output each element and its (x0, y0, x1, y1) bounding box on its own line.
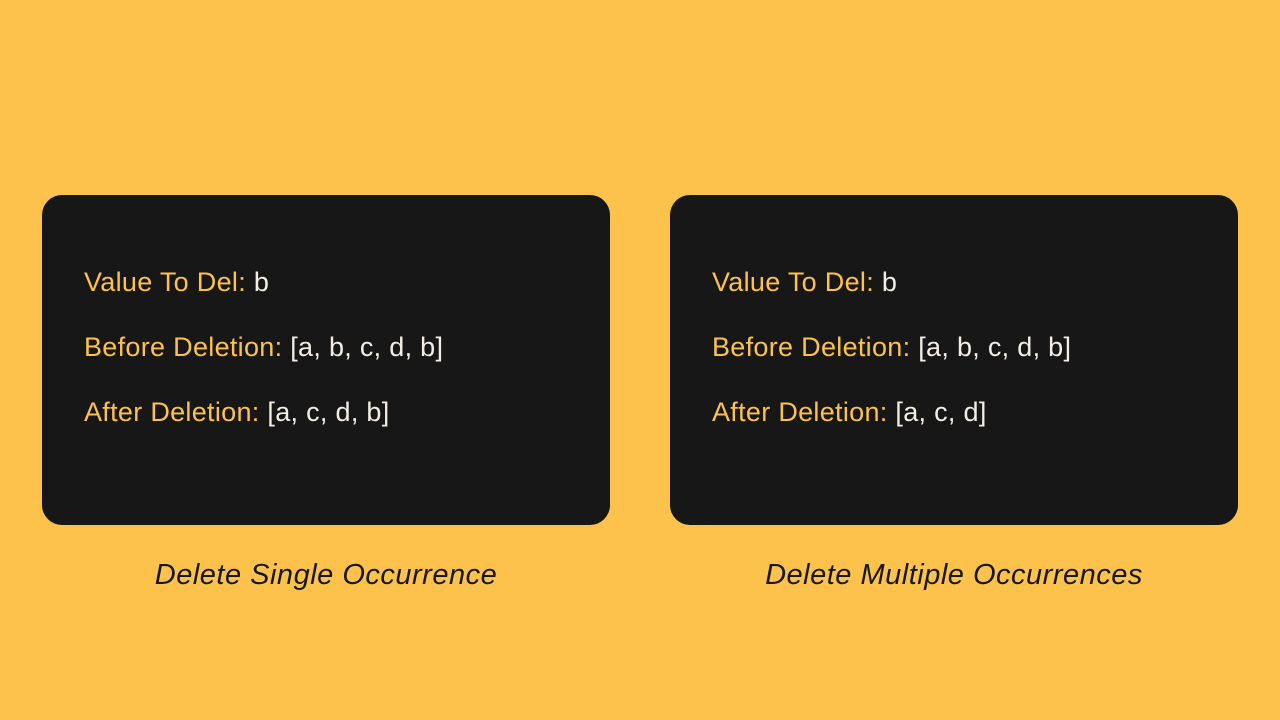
diagram-container: Value To Del: b Before Deletion: [a, b, … (0, 0, 1280, 592)
caption-multiple: Delete Multiple Occurrences (765, 559, 1143, 592)
value-to-del: b (254, 267, 269, 297)
label-value-to-del: Value To Del: (84, 267, 254, 297)
row-before-deletion: Before Deletion: [a, b, c, d, b] (84, 332, 568, 363)
row-value-to-del: Value To Del: b (712, 267, 1196, 298)
value-after-deletion: [a, c, d] (895, 397, 986, 427)
value-before-deletion: [a, b, c, d, b] (290, 332, 443, 362)
card-single: Value To Del: b Before Deletion: [a, b, … (42, 195, 610, 525)
panel-single: Value To Del: b Before Deletion: [a, b, … (42, 195, 610, 592)
panel-multiple: Value To Del: b Before Deletion: [a, b, … (670, 195, 1238, 592)
card-multiple: Value To Del: b Before Deletion: [a, b, … (670, 195, 1238, 525)
row-value-to-del: Value To Del: b (84, 267, 568, 298)
label-value-to-del: Value To Del: (712, 267, 882, 297)
label-after-deletion: After Deletion: (84, 397, 267, 427)
row-after-deletion: After Deletion: [a, c, d, b] (84, 397, 568, 428)
value-to-del: b (882, 267, 897, 297)
row-before-deletion: Before Deletion: [a, b, c, d, b] (712, 332, 1196, 363)
label-after-deletion: After Deletion: (712, 397, 895, 427)
label-before-deletion: Before Deletion: (712, 332, 918, 362)
value-before-deletion: [a, b, c, d, b] (918, 332, 1071, 362)
row-after-deletion: After Deletion: [a, c, d] (712, 397, 1196, 428)
label-before-deletion: Before Deletion: (84, 332, 290, 362)
value-after-deletion: [a, c, d, b] (267, 397, 389, 427)
caption-single: Delete Single Occurrence (155, 559, 497, 592)
